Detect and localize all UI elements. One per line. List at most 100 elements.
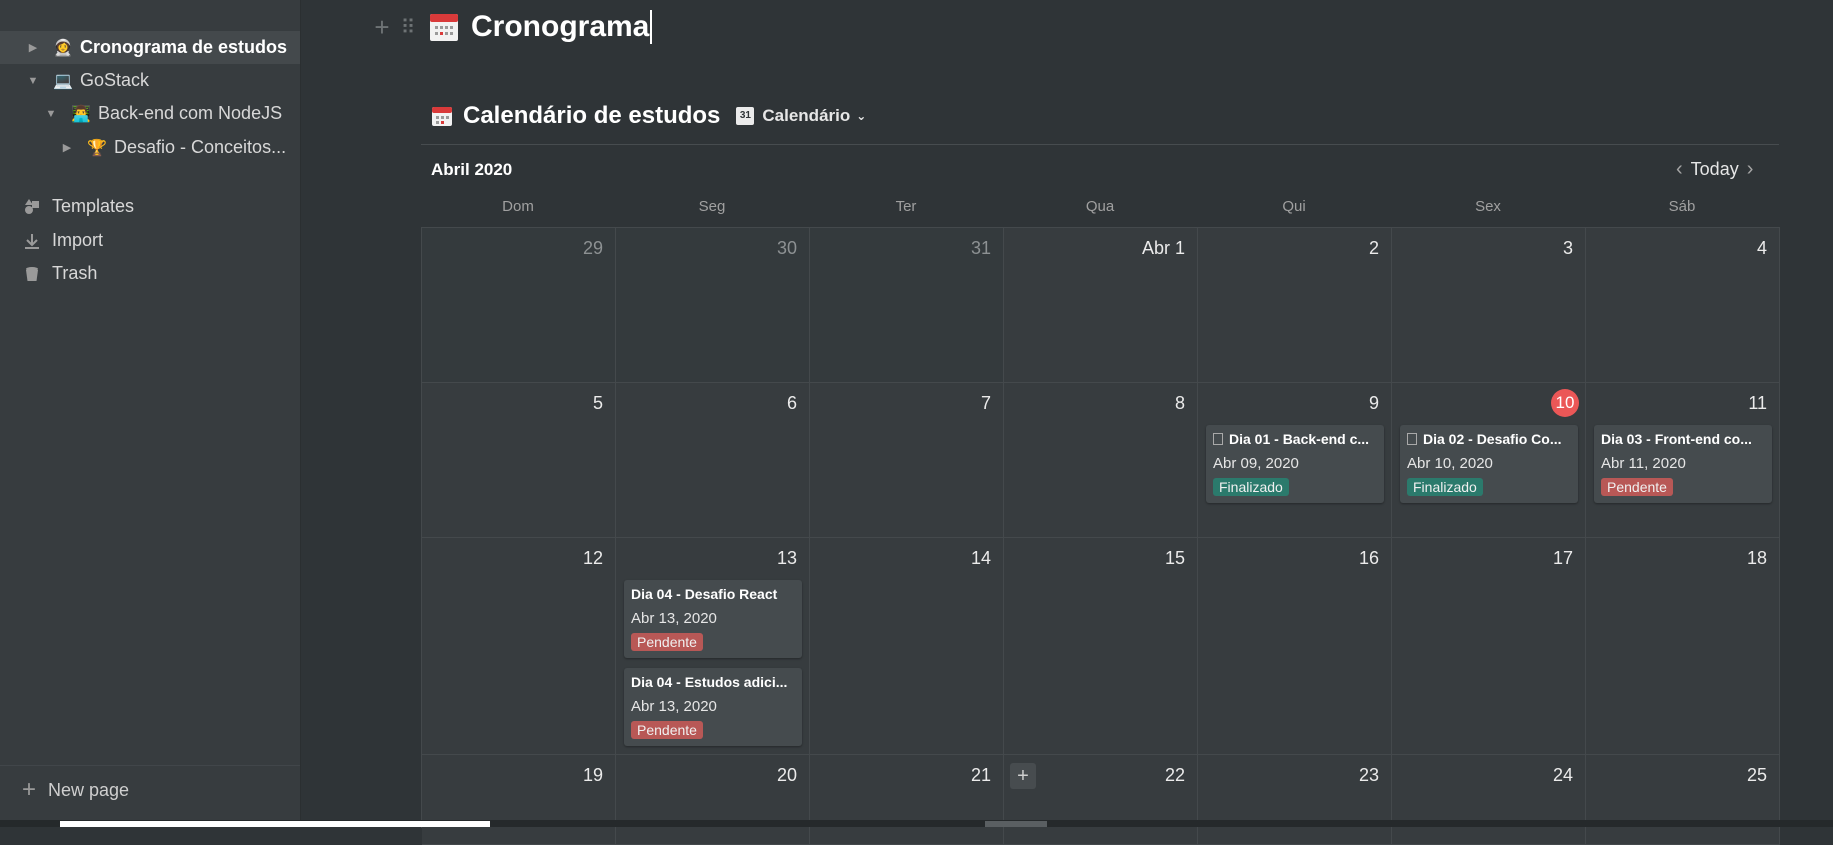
main-content: + ⠿ Cronograma Calendário de estudos 31 … [301, 0, 1833, 845]
day-number: 20 [776, 765, 797, 785]
sidebar-item-label: Trash [52, 263, 98, 283]
plus-icon: + [22, 776, 37, 803]
day-number: 4 [1756, 238, 1767, 258]
calendar-day-cell[interactable]: + 22 [1004, 755, 1198, 845]
collapse-icon[interactable]: ▼ [26, 75, 40, 87]
calendar-day-cell[interactable]: 16 [1198, 538, 1392, 755]
calendar-title[interactable]: Calendário de estudos [463, 102, 720, 130]
sidebar-divider [0, 765, 300, 766]
calendar-icon [431, 105, 453, 127]
event-card[interactable]: Dia 03 - Front-end co... Abr 11, 2020 Pe… [1594, 425, 1772, 503]
day-number: 21 [970, 765, 991, 785]
horizontal-scrollbar-track[interactable] [60, 821, 490, 827]
page-header: + ⠿ Cronograma [371, 10, 653, 44]
calendar-day-cell[interactable]: 2 [1198, 228, 1392, 383]
new-page-button[interactable]: + New page [22, 778, 129, 802]
new-page-label: New page [48, 779, 130, 800]
day-number: 16 [1358, 548, 1379, 568]
event-date: Abr 09, 2020 [1213, 455, 1299, 472]
horizontal-scrollbar-thumb[interactable] [985, 821, 1047, 827]
previous-month-icon[interactable]: ‹ [1668, 158, 1691, 181]
calendar-day-cell[interactable]: 5 [422, 383, 616, 538]
day-number: 9 [1368, 393, 1379, 413]
laptop-icon: 💻 [53, 72, 73, 90]
page-title[interactable]: Cronograma [471, 10, 653, 44]
day-number: 6 [786, 393, 797, 413]
calendar-day-cell[interactable]: Abr 1 [1004, 228, 1198, 383]
month-navigation: ‹ Today › [1668, 158, 1761, 181]
import-icon [22, 231, 42, 251]
calendar-day-cell[interactable]: 8 [1004, 383, 1198, 538]
calendar-day-cell[interactable]: 18 [1586, 538, 1780, 755]
day-number: 11 [1748, 393, 1767, 413]
view-selector-button[interactable]: 31 Calendário ⌄ [736, 106, 866, 126]
day-number: 7 [980, 393, 991, 413]
sidebar-item-label: Import [52, 230, 104, 250]
event-date: Abr 11, 2020 [1601, 455, 1686, 472]
calendar-day-cell[interactable]: 24 [1392, 755, 1586, 845]
calendar-day-cell[interactable]: 15 [1004, 538, 1198, 755]
day-number: 31 [970, 238, 991, 258]
day-number: 8 [1174, 393, 1185, 413]
day-number: 2 [1368, 238, 1379, 258]
day-number: 14 [970, 548, 991, 568]
event-date: Abr 13, 2020 [631, 610, 717, 627]
calendar-day-cell[interactable]: 14 [810, 538, 1004, 755]
calendar-day-cell[interactable]: 31 [810, 228, 1004, 383]
month-label: Abril 2020 [431, 160, 513, 179]
drag-handle-icon[interactable]: ⠿ [397, 15, 417, 40]
sidebar-import[interactable]: Import [0, 224, 300, 257]
sidebar-item-label: Back-end com NodeJS [98, 103, 283, 123]
event-card[interactable]: Dia 02 - Desafio Co... Abr 10, 2020 Fina… [1400, 425, 1578, 503]
calendar-day-cell[interactable]: 4 [1586, 228, 1780, 383]
sidebar-item-cronograma[interactable]: ▶ 👩‍🚀 Cronograma de estudos [0, 31, 300, 64]
day-number: 24 [1552, 765, 1573, 785]
expand-icon[interactable]: ▶ [26, 41, 40, 54]
event-card[interactable]: Dia 01 - Back-end c... Abr 09, 2020 Fina… [1206, 425, 1384, 503]
sidebar-item-backend-nodejs[interactable]: ▼ 👨‍💻 Back-end com NodeJS [0, 97, 300, 130]
add-block-icon[interactable]: + [371, 14, 393, 40]
event-card[interactable]: Dia 04 - Desafio React Abr 13, 2020 Pend… [624, 580, 802, 658]
calendar-day-cell[interactable]: 17 [1392, 538, 1586, 755]
day-number: 3 [1562, 238, 1573, 258]
sidebar-item-desafio-conceitos[interactable]: ▶ 🏆 Desafio - Conceitos... [0, 131, 300, 164]
status-badge: Finalizado [1407, 478, 1483, 496]
weekday-header: Qui [1282, 198, 1306, 215]
sidebar-trash[interactable]: Trash [0, 257, 300, 290]
calendar-grid: 29 30 31 Abr 1 2 3 4 5 6 7 8 9 Dia 01 - … [421, 227, 1780, 845]
calendar-day-cell[interactable]: 12 [422, 538, 616, 755]
calendar-day-cell[interactable]: 13 Dia 04 - Desafio React Abr 13, 2020 P… [616, 538, 810, 755]
calendar-day-cell[interactable]: 20 [616, 755, 810, 845]
calendar-day-cell[interactable]: 30 [616, 228, 810, 383]
weekday-header: Qua [1085, 198, 1115, 215]
calendar-day-cell[interactable]: 25 [1586, 755, 1780, 845]
sidebar-item-gostack[interactable]: ▼ 💻 GoStack [0, 64, 300, 97]
expand-icon[interactable]: ▶ [60, 141, 74, 154]
calendar-day-cell[interactable]: 10 Dia 02 - Desafio Co... Abr 10, 2020 F… [1392, 383, 1586, 538]
add-event-button[interactable]: + [1010, 763, 1036, 789]
calendar-day-cell[interactable]: 23 [1198, 755, 1392, 845]
sidebar-templates[interactable]: Templates [0, 190, 300, 223]
calendar-day-cell[interactable]: 29 [422, 228, 616, 383]
sidebar: ▶ 👩‍🚀 Cronograma de estudos ▼ 💻 GoStack … [0, 0, 301, 827]
calendar-day-cell[interactable]: 3 [1392, 228, 1586, 383]
view-label: Calendário [762, 106, 851, 125]
today-button[interactable]: Today [1691, 159, 1739, 180]
weekday-header: Ter [895, 198, 917, 215]
trash-icon [22, 264, 42, 284]
day-number: 19 [582, 765, 603, 785]
calendar-day-cell[interactable]: 19 [422, 755, 616, 845]
event-card[interactable]: Dia 04 - Estudos adici... Abr 13, 2020 P… [624, 668, 802, 746]
calendar-day-cell[interactable]: 11 Dia 03 - Front-end co... Abr 11, 2020… [1586, 383, 1780, 538]
trophy-icon: 🏆 [87, 139, 107, 157]
calendar-day-cell[interactable]: 21 [810, 755, 1004, 845]
calendar-icon[interactable] [429, 12, 459, 42]
day-number: 5 [592, 393, 603, 413]
day-number: 23 [1358, 765, 1379, 785]
calendar-day-cell[interactable]: 9 Dia 01 - Back-end c... Abr 09, 2020 Fi… [1198, 383, 1392, 538]
collapse-icon[interactable]: ▼ [44, 108, 58, 120]
next-month-icon[interactable]: › [1739, 158, 1762, 181]
event-title: Dia 02 - Desafio Co... [1423, 431, 1562, 447]
calendar-day-cell[interactable]: 7 [810, 383, 1004, 538]
calendar-day-cell[interactable]: 6 [616, 383, 810, 538]
